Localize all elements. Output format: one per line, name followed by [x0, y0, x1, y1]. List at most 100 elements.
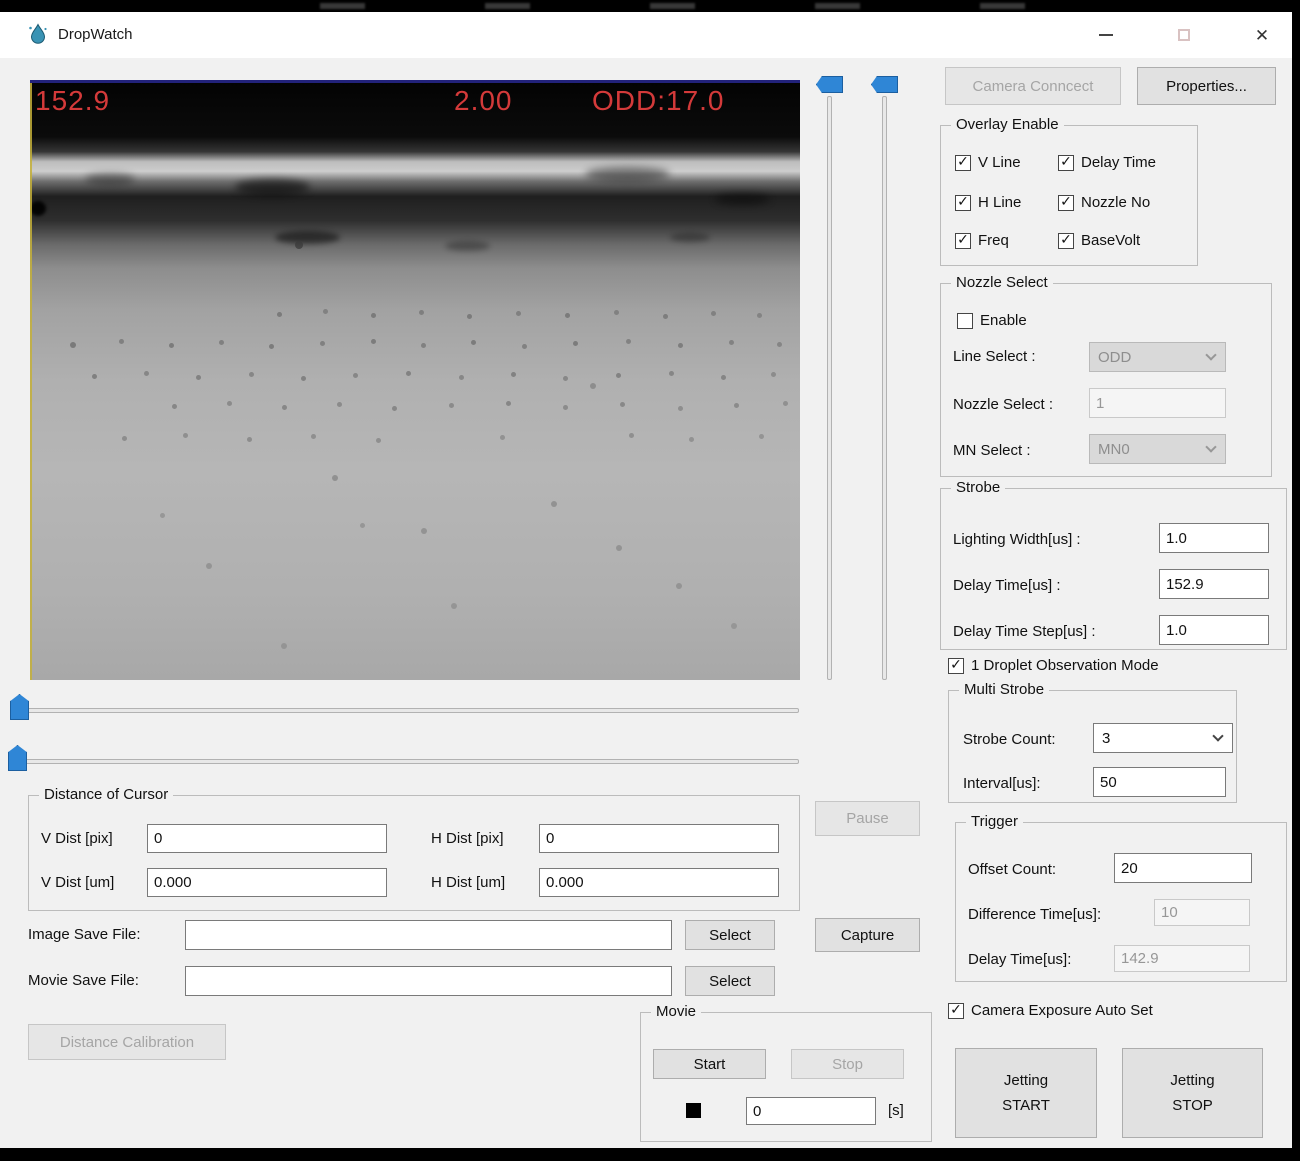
camera-view[interactable]: 152.9 2.00 ODD:17.0: [30, 80, 800, 680]
title-bar[interactable]: DropWatch ✕: [0, 12, 1292, 58]
close-button[interactable]: ✕: [1236, 12, 1288, 58]
lighting-width-label: Lighting Width[us] :: [953, 531, 1081, 548]
app-icon: [26, 22, 50, 46]
v-dist-um-input[interactable]: [147, 868, 387, 897]
camera-smudge: [585, 167, 670, 181]
droplet-dot: [565, 313, 570, 318]
capture-button[interactable]: Capture: [815, 918, 920, 952]
strobe-count-combo[interactable]: 3: [1093, 723, 1233, 753]
vertical-slider-track-2[interactable]: [882, 96, 887, 680]
droplet-dot: [451, 603, 457, 609]
image-select-button[interactable]: Select: [685, 920, 775, 950]
movie-save-file-input[interactable]: [185, 966, 672, 996]
v-dist-pix-label: V Dist [pix]: [41, 830, 113, 847]
line-select-combo: ODD: [1089, 342, 1226, 372]
window-title: DropWatch: [58, 26, 132, 43]
droplet-dot: [551, 501, 557, 507]
droplet-dot: [629, 433, 634, 438]
movie-start-button[interactable]: Start: [653, 1049, 766, 1079]
camera-smudge: [670, 233, 710, 242]
h-dist-um-label: H Dist [um]: [431, 874, 505, 891]
multi-strobe-title: Multi Strobe: [959, 681, 1049, 698]
multi-strobe-group: Multi Strobe Strobe Count: 3 Interval[us…: [948, 690, 1237, 803]
droplet-dot: [337, 402, 342, 407]
horizontal-slider-track-1[interactable]: [13, 708, 799, 713]
droplet-dot: [757, 313, 762, 318]
h-dist-um-input[interactable]: [539, 868, 779, 897]
properties-button[interactable]: Properties...: [1137, 67, 1276, 105]
droplet-dot: [169, 343, 174, 348]
droplet-dot: [563, 405, 568, 410]
droplet-dot: [206, 563, 212, 569]
droplet-dot: [376, 438, 381, 443]
freq-checkbox[interactable]: Freq: [955, 232, 1009, 249]
horizontal-slider-thumb-1[interactable]: [10, 694, 29, 720]
vertical-slider-track-1[interactable]: [827, 96, 832, 680]
droplet-dot: [471, 340, 476, 345]
droplet-observation-mode-checkbox[interactable]: 1 Droplet Observation Mode: [948, 657, 1159, 674]
vertical-slider-thumb-1[interactable]: [816, 76, 843, 93]
mn-select-combo: MN0: [1089, 434, 1226, 464]
camera-smudge: [85, 173, 135, 185]
checkbox-box: [957, 313, 973, 329]
strobe-delay-time-input[interactable]: [1159, 569, 1269, 599]
nozzle-no-checkbox[interactable]: Nozzle No: [1058, 194, 1150, 211]
maximize-button[interactable]: [1158, 12, 1210, 58]
droplet-dot: [311, 434, 316, 439]
checkbox-box: [948, 1003, 964, 1019]
checkbox-label: Freq: [978, 232, 1009, 249]
droplet-dot: [590, 383, 596, 389]
distance-group-title: Distance of Cursor: [39, 786, 173, 803]
distance-of-cursor-group: Distance of Cursor V Dist [pix] H Dist […: [28, 795, 800, 911]
checkbox-label: Camera Exposure Auto Set: [971, 1002, 1153, 1019]
checkbox-label: H Line: [978, 194, 1021, 211]
movie-time-input[interactable]: [746, 1097, 876, 1125]
droplet-dot: [506, 401, 511, 406]
overlay-enable-group: Overlay Enable V Line Delay Time H Line …: [940, 125, 1198, 266]
droplet-dot: [771, 372, 776, 377]
jetting-start-button[interactable]: Jetting START: [955, 1048, 1097, 1138]
droplet-dot: [92, 374, 97, 379]
droplet-dot: [301, 376, 306, 381]
movie-group: Movie Start Stop [s]: [640, 1012, 932, 1142]
movie-select-button[interactable]: Select: [685, 966, 775, 996]
droplet-dot: [734, 403, 739, 408]
trigger-title: Trigger: [966, 813, 1023, 830]
movie-group-title: Movie: [651, 1003, 701, 1020]
droplet-dot: [70, 342, 76, 348]
checkbox-label: Enable: [980, 312, 1027, 329]
jetting-stop-button[interactable]: Jetting STOP: [1122, 1048, 1263, 1138]
horizontal-slider-track-2[interactable]: [13, 759, 799, 764]
strobe-count-label: Strobe Count:: [963, 731, 1056, 748]
combo-value: ODD: [1098, 349, 1131, 366]
delay-time-step-input[interactable]: [1159, 615, 1269, 645]
image-save-file-input[interactable]: [185, 920, 672, 950]
droplet-dot: [183, 433, 188, 438]
droplet-dot: [406, 371, 411, 376]
delay-time-checkbox[interactable]: Delay Time: [1058, 154, 1156, 171]
droplet-dot: [353, 373, 358, 378]
droplet-dot: [320, 341, 325, 346]
basevolt-checkbox[interactable]: BaseVolt: [1058, 232, 1140, 249]
combo-value: 3: [1102, 730, 1110, 747]
interval-label: Interval[us]:: [963, 775, 1041, 792]
nozzle-enable-checkbox[interactable]: Enable: [957, 312, 1027, 329]
image-save-file-label: Image Save File:: [28, 926, 141, 943]
horizontal-slider-thumb-2[interactable]: [8, 745, 27, 771]
vertical-slider-thumb-2[interactable]: [871, 76, 898, 93]
distance-calibration-button: Distance Calibration: [28, 1024, 226, 1060]
trigger-delay-time-input: [1114, 945, 1250, 972]
lighting-width-input[interactable]: [1159, 523, 1269, 553]
droplet-dot: [249, 372, 254, 377]
line-select-label: Line Select :: [953, 348, 1036, 365]
h-dist-pix-input[interactable]: [539, 824, 779, 853]
hline-checkbox[interactable]: H Line: [955, 194, 1021, 211]
v-dist-pix-input[interactable]: [147, 824, 387, 853]
minimize-button[interactable]: [1080, 12, 1132, 58]
offset-count-input[interactable]: [1114, 853, 1252, 883]
camera-exposure-auto-set-checkbox[interactable]: Camera Exposure Auto Set: [948, 1002, 1153, 1019]
interval-input[interactable]: [1093, 767, 1226, 797]
vline-checkbox[interactable]: V Line: [955, 154, 1021, 171]
droplet-dot: [449, 403, 454, 408]
droplet-dot: [421, 528, 427, 534]
